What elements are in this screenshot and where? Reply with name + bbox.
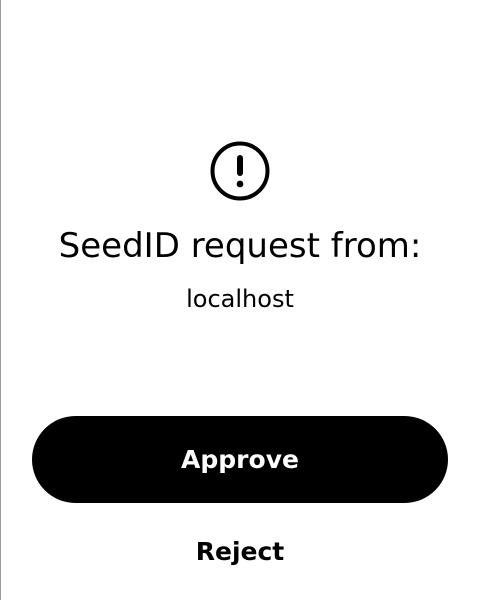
reject-button[interactable]: Reject <box>140 528 340 574</box>
alert-circle-icon <box>210 141 270 201</box>
request-title: SeedID request from: <box>58 226 422 266</box>
request-origin: localhost <box>186 285 294 313</box>
approve-button[interactable]: Approve <box>32 416 448 503</box>
